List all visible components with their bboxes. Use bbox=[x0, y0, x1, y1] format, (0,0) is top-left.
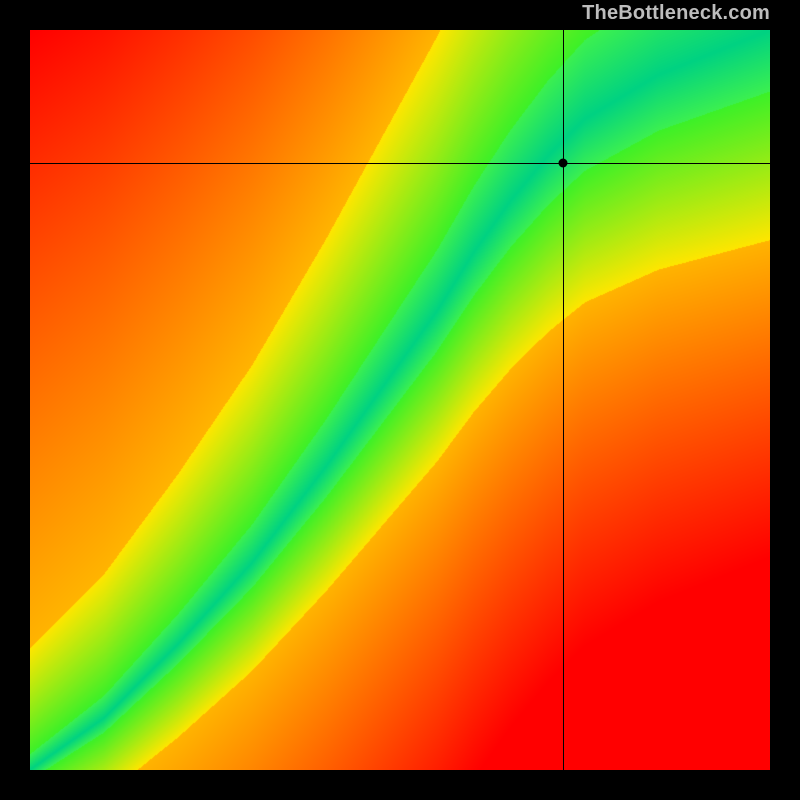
attribution-text: TheBottleneck.com bbox=[582, 2, 770, 25]
selection-marker[interactable] bbox=[558, 159, 567, 168]
bottleneck-heatmap bbox=[30, 30, 770, 770]
crosshair-vertical bbox=[563, 30, 564, 770]
crosshair-horizontal bbox=[30, 163, 770, 164]
